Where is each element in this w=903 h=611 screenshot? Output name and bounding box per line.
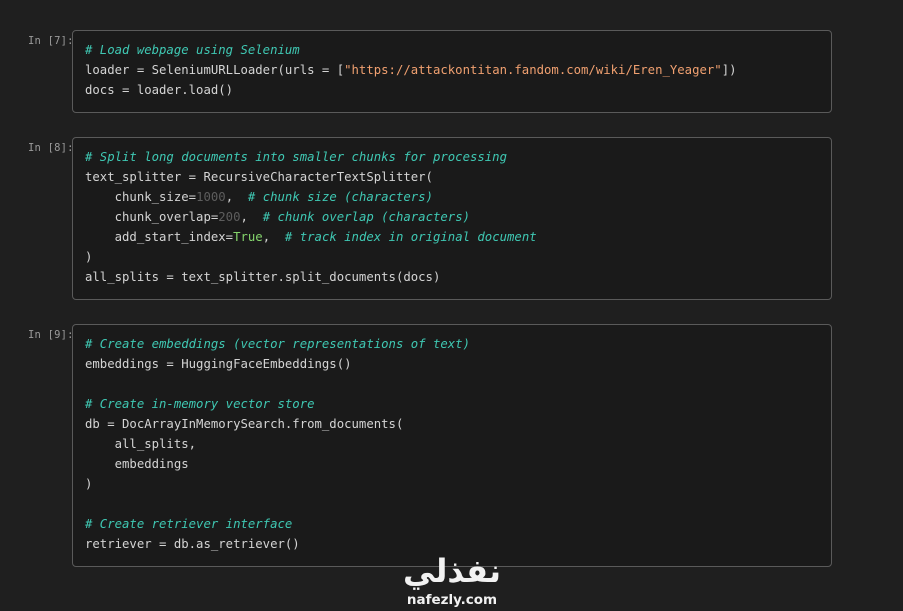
code-comment: # chunk overlap (characters) xyxy=(262,210,470,224)
code-token: embeddings = HuggingFaceEmbeddings() xyxy=(85,357,352,371)
code-line: chunk_size=1000, # chunk size (character… xyxy=(85,187,819,207)
code-token: loader = SeleniumURLLoader(urls = [ xyxy=(85,63,345,77)
code-line: chunk_overlap=200, # chunk overlap (char… xyxy=(85,207,819,227)
code-line: all_splits = text_splitter.split_documen… xyxy=(85,267,819,287)
code-token: docs = loader.load() xyxy=(85,83,234,97)
watermark-latin-text: nafezly.com xyxy=(406,592,498,608)
code-line: retriever = db.as_retriever() xyxy=(85,534,819,554)
code-comment: # Load webpage using Selenium xyxy=(85,43,300,57)
nafezly-watermark: نفذلي nafezly.com xyxy=(397,552,507,611)
code-line: docs = loader.load() xyxy=(85,80,819,100)
code-line: ) xyxy=(85,247,819,267)
code-token: 1000 xyxy=(196,190,226,204)
code-comment: # Create embeddings (vector representati… xyxy=(85,337,470,351)
code-line: all_splits, xyxy=(85,434,819,454)
code-line: # Create in-memory vector store xyxy=(85,394,819,414)
code-comment: # Split long documents into smaller chun… xyxy=(85,150,507,164)
code-token: , xyxy=(240,210,263,224)
code-comment: # Create in-memory vector store xyxy=(85,397,315,411)
code-token: ) xyxy=(85,477,93,491)
code-token: 200 xyxy=(218,210,241,224)
code-token: db = DocArrayInMemorySearch.from_documen… xyxy=(85,417,404,431)
code-line: db = DocArrayInMemorySearch.from_documen… xyxy=(85,414,819,434)
code-token: chunk_overlap= xyxy=(85,210,219,224)
code-line: embeddings xyxy=(85,454,819,474)
code-line: # Create retriever interface xyxy=(85,514,819,534)
code-token: chunk_size= xyxy=(85,190,197,204)
code-token: all_splits = text_splitter.split_documen… xyxy=(85,270,441,284)
code-line: embeddings = HuggingFaceEmbeddings() xyxy=(85,354,819,374)
code-editor[interactable]: # Split long documents into smaller chun… xyxy=(72,137,832,300)
code-token: , xyxy=(225,190,248,204)
code-token: True xyxy=(233,230,263,244)
code-token: all_splits, xyxy=(85,437,197,451)
code-line: # Split long documents into smaller chun… xyxy=(85,147,819,167)
code-token: ) xyxy=(85,250,93,264)
code-comment: # Create retriever interface xyxy=(85,517,293,531)
code-token: add_start_index= xyxy=(85,230,234,244)
code-line: loader = SeleniumURLLoader(urls = ["http… xyxy=(85,60,819,80)
code-line: text_splitter = RecursiveCharacterTextSp… xyxy=(85,167,819,187)
cell-prompt: In [8]: xyxy=(28,142,74,154)
code-line: # Load webpage using Selenium xyxy=(85,40,819,60)
code-token: retriever = db.as_retriever() xyxy=(85,537,300,551)
code-editor[interactable]: # Load webpage using Selenium loader = Se… xyxy=(72,30,832,113)
code-token: embeddings xyxy=(85,457,189,471)
code-token: "https://attackontitan.fandom.com/wiki/E… xyxy=(344,63,722,77)
code-comment: # chunk size (characters) xyxy=(247,190,433,204)
code-token: text_splitter = RecursiveCharacterTextSp… xyxy=(85,170,433,184)
code-editor[interactable]: # Create embeddings (vector representati… xyxy=(72,324,832,567)
code-line: add_start_index=True, # track index in o… xyxy=(85,227,819,247)
code-comment: # track index in original document xyxy=(284,230,537,244)
watermark-arabic-text: نفذلي xyxy=(403,552,501,590)
code-token: ]) xyxy=(721,63,737,77)
code-line: # Create embeddings (vector representati… xyxy=(85,334,819,354)
code-token: , xyxy=(262,230,285,244)
cell-prompt: In [9]: xyxy=(28,329,74,341)
cell-prompt: In [7]: xyxy=(28,35,74,47)
code-line: ) xyxy=(85,474,819,494)
